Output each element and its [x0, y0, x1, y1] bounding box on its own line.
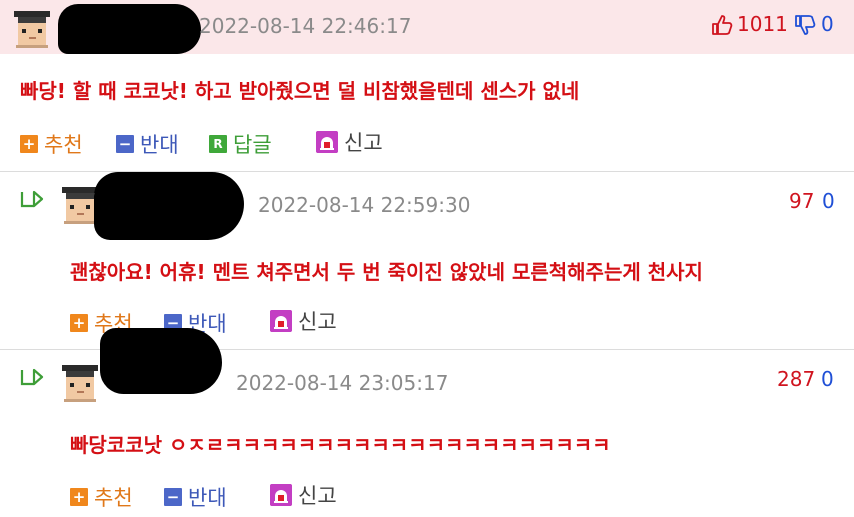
- comment-text: 괜찮아요! 어휴! 멘트 쳐주면서 두 번 죽이진 않았네 모른척해주는게 천사…: [70, 260, 703, 284]
- comment-date: 2022-08-14 23:05:17: [236, 371, 449, 395]
- avatar-icon: [62, 365, 98, 402]
- reply-button[interactable]: R 답글: [209, 129, 272, 159]
- oppose-label: 반대: [140, 133, 179, 157]
- thumb-down-icon[interactable]: [794, 14, 816, 36]
- redacted-username: [100, 328, 222, 394]
- avatar-icon: [14, 11, 50, 48]
- reply-comment-item: 2022-08-14 22:59:30 97 0 괜찮아요! 어휴! 멘트 쳐주…: [0, 172, 854, 342]
- comment-text: 빠당! 할 때 코코낫! 하고 받아줬으면 덜 비참했을텐데 센스가 없네: [20, 79, 580, 103]
- reply-label: 답글: [233, 133, 272, 157]
- minus-icon: −: [164, 488, 182, 506]
- reply-arrow-icon: [20, 190, 44, 208]
- redacted-username: [94, 172, 244, 240]
- reply-arrow-icon: [20, 368, 44, 386]
- report-label: 신고: [344, 131, 383, 155]
- dislikes-count: 0: [822, 189, 835, 213]
- recommend-button[interactable]: + 추천: [20, 129, 83, 159]
- reply-badge-icon: R: [209, 135, 227, 153]
- report-siren-icon: [316, 131, 338, 153]
- recommend-button[interactable]: + 추천: [70, 482, 133, 512]
- report-label: 신고: [298, 310, 337, 334]
- report-siren-icon: [270, 310, 292, 332]
- redacted-username: [58, 4, 201, 54]
- oppose-label: 반대: [188, 486, 227, 510]
- comment-date: 2022-08-14 22:46:17: [199, 14, 412, 38]
- likes-count: 1011: [737, 12, 788, 36]
- oppose-button[interactable]: − 반대: [116, 129, 179, 159]
- report-label: 신고: [298, 484, 337, 508]
- reply-comment-item: 2022-08-14 23:05:17 287 0 빠당코코낫 ㅇㅈㄹㅋㅋㅋㅋㅋ…: [0, 328, 854, 517]
- minus-icon: −: [116, 135, 134, 153]
- plus-icon: +: [70, 488, 88, 506]
- report-button[interactable]: 신고: [270, 306, 337, 336]
- comment-date: 2022-08-14 22:59:30: [258, 193, 471, 217]
- report-button[interactable]: 신고: [316, 127, 383, 157]
- thumb-up-icon[interactable]: [711, 14, 733, 36]
- comment-item: 2022-08-14 22:46:17 1011 0 빠당! 할 때 코코낫! …: [0, 0, 854, 170]
- likes-count: 97: [789, 189, 815, 213]
- recommend-label: 추천: [44, 133, 83, 157]
- recommend-label: 추천: [94, 486, 133, 510]
- report-button[interactable]: 신고: [270, 480, 337, 510]
- plus-icon: +: [20, 135, 38, 153]
- oppose-button[interactable]: − 반대: [164, 482, 227, 512]
- report-siren-icon: [270, 484, 292, 506]
- dislikes-count: 0: [821, 12, 834, 36]
- comment-text: 빠당코코낫 ㅇㅈㄹㅋㅋㅋㅋㅋㅋㅋㅋㅋㅋㅋㅋㅋㅋㅋㅋㅋㅋㅋㅋㅋ: [70, 433, 611, 457]
- dislikes-count: 0: [821, 367, 834, 391]
- likes-count: 287: [777, 367, 816, 391]
- plus-icon: +: [70, 314, 88, 332]
